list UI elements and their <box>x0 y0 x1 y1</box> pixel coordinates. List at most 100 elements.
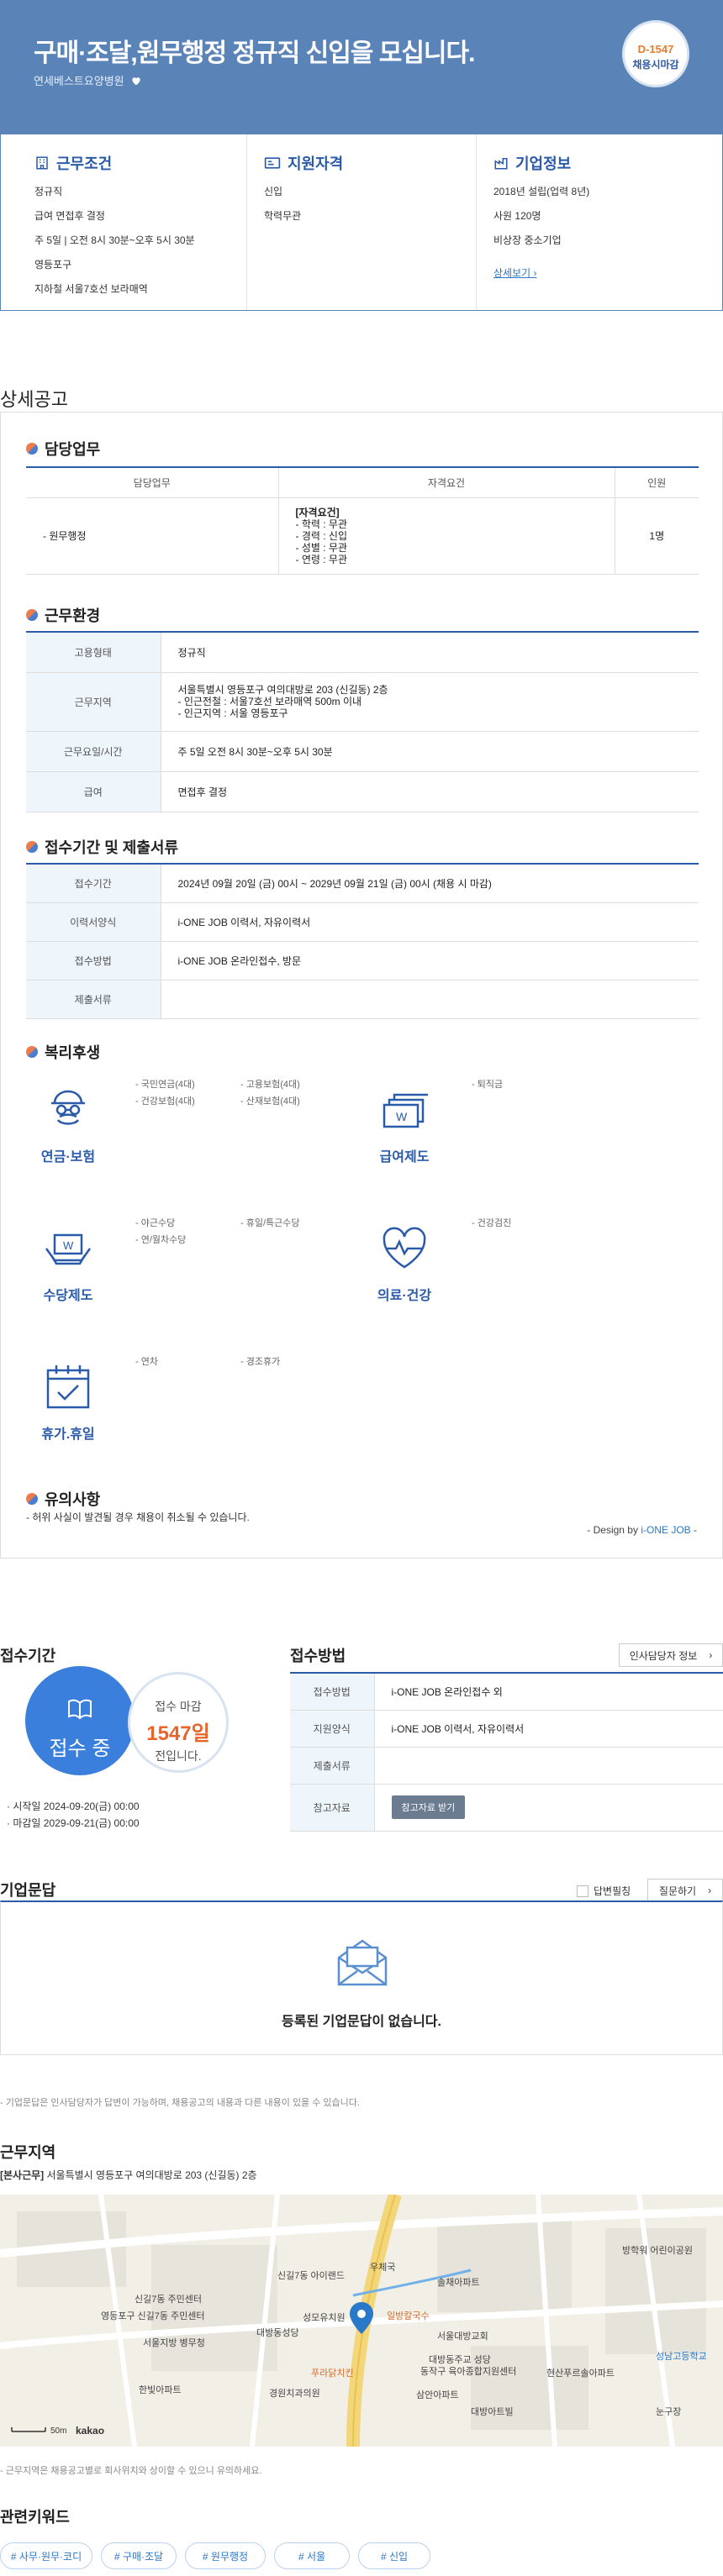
detail-heading: 상세공고 <box>0 389 68 410</box>
welfare-item: - 휴일/특근수당 <box>240 1218 300 1228</box>
welfare-item: - 건강보험(4대) <box>135 1096 195 1107</box>
welfare-item: - 경조휴가 <box>240 1357 281 1367</box>
location-note: - 근무지역은 채용공고별로 회사위치와 상이할 수 있으니 유의하세요. <box>0 2466 262 2476</box>
qa-empty-box: 등록된 기업문답이 없습니다. <box>0 1900 723 2055</box>
keyword-chip[interactable]: # 신입 <box>358 2542 430 2569</box>
hr-info-button[interactable]: 인사담당자 정보 › <box>619 1643 723 1667</box>
design-credit: - Design by i-ONE JOB - <box>587 1524 697 1536</box>
bullet-ball-icon <box>26 1046 38 1058</box>
map-brand: kakao <box>76 2425 104 2437</box>
end-date: 마감일 2029-09-21(금) 00:00 <box>13 1817 140 1829</box>
map-label: 눈구장 <box>656 2406 681 2417</box>
summary-panel: 근무조건 정규직 급여 면접후 결정 주 5일 | 오전 8시 30분~오후 5… <box>0 134 723 311</box>
deadline-circle: 접수 마감 1547일 전입니다. <box>128 1672 229 1773</box>
status-circle: 접수 중 <box>25 1666 135 1775</box>
location-heading: 근무지역 <box>0 2144 56 2161</box>
checkbox-icon[interactable] <box>577 1885 588 1897</box>
welfare-group-allowance: W 수당제도 - 야근수당 - 휴일/특근수당 - 연/월차수당 <box>26 1215 346 1341</box>
reference-download-button[interactable]: 참고자료 받기 <box>391 1795 466 1819</box>
bullet-ball-icon <box>26 1493 38 1505</box>
qa-empty-text: 등록된 기업문답이 없습니다. <box>282 2015 441 2029</box>
welfare-item: - 연차 <box>135 1357 158 1367</box>
location-address-line: [본사근무] 서울특별시 영등포구 여의대방로 203 (신길동) 2층 <box>0 2168 257 2182</box>
welfare-item: - 야근수당 <box>135 1218 176 1228</box>
col-header: 담당업무 <box>26 467 278 498</box>
work-item: 급여 면접후 결정 <box>34 210 105 222</box>
apply-heading: 접수기간 및 제출서류 <box>26 836 178 858</box>
table-row: 지원양식 i-ONE JOB 이력서, 자유이력서 <box>290 1710 723 1748</box>
qualification-item: 신입 <box>264 186 283 197</box>
heart-icon[interactable] <box>130 75 142 87</box>
duty-count: 1명 <box>614 497 699 575</box>
answered-only-checkbox[interactable]: 답변필칭 <box>577 1884 631 1898</box>
keywords-heading: 관련키워드 <box>0 2509 70 2526</box>
work-item: 지하철 서울7호선 보라매역 <box>34 283 148 295</box>
table-row: 근무요일/시간 주 5일 오전 8시 30분~오후 5시 30분 <box>26 731 699 772</box>
qualification-item: 학력무관 <box>264 210 302 222</box>
company-detail-link[interactable]: 상세보기 › <box>493 256 537 290</box>
map-label: 영등포구 신길7동 주민센터 <box>101 2311 205 2321</box>
svg-text:W: W <box>396 1110 408 1123</box>
map-label: 대방동주교 성당 <box>429 2354 491 2365</box>
map-label: 현산푸르솔아파트 <box>546 2368 615 2379</box>
keyword-chip[interactable]: # 사무·원무·코디 <box>0 2542 92 2569</box>
location-tag: [본사근무] <box>0 2169 45 2181</box>
period-heading: 접수기간 <box>0 1648 56 1664</box>
keyword-chip[interactable]: # 서울 <box>274 2542 350 2569</box>
col-header: 인원 <box>614 467 699 498</box>
method-heading: 접수방법 <box>290 1648 346 1664</box>
company-name-line: 연세베스트요양병원 <box>34 72 142 88</box>
welfare-item: - 퇴직금 <box>472 1080 504 1090</box>
caution-heading: 유의사항 <box>26 1488 100 1510</box>
company-item: 2018년 설립(업력 8년) <box>493 186 590 197</box>
company-info-heading: 기업정보 <box>493 146 685 180</box>
welfare-item: - 건강검진 <box>472 1218 512 1228</box>
svg-text:W: W <box>63 1239 74 1252</box>
keyword-chip[interactable]: # 구매·조달 <box>101 2542 177 2569</box>
job-posting-page: 구매·조달,원무행정 정규직 신입을 모십니다. 연세베스트요양병원 D-154… <box>0 0 723 2569</box>
welfare-heading: 복리후생 <box>26 1041 100 1063</box>
work-condition-heading: 근무조건 <box>34 146 226 180</box>
company-info-column: 기업정보 2018년 설립(업력 8년) 사원 120명 비상장 중소기업 상세… <box>476 134 705 310</box>
map-label: 신길7동 주민센터 <box>135 2294 202 2305</box>
work-item: 영등포구 <box>34 259 72 271</box>
work-item: 주 5일 | 오전 8시 30분~오후 5시 30분 <box>34 234 195 246</box>
map-canvas[interactable]: 신길7동 아이랜드 영등포구 신길7동 주민센터 성모유치원 일방칼국수 서울대… <box>0 2195 723 2447</box>
qa-heading: 기업문답 <box>0 1882 56 1899</box>
table-row: - 원무행정 [자격요건] - 학력 : 무관 - 경력 : 신입 - 성별 :… <box>26 497 699 575</box>
duty-requirements: [자격요건] - 학력 : 무관 - 경력 : 신입 - 성별 : 무관 - 연… <box>277 497 615 575</box>
map-label: 서울지방 병무청 <box>143 2337 205 2348</box>
location-map[interactable]: 신길7동 아이랜드 영등포구 신길7동 주민센터 성모유치원 일방칼국수 서울대… <box>0 2195 723 2447</box>
company-name[interactable]: 연세베스트요양병원 <box>34 75 124 87</box>
table-row: 근무지역 서울특별시 영등포구 여의대방로 203 (신길동) 2층 - 인근전철… <box>26 672 699 732</box>
welfare-item: - 국민연금(4대) <box>135 1080 195 1090</box>
bullet-ball-icon <box>26 609 38 621</box>
chevron-right-icon: › <box>709 1649 713 1661</box>
welfare-group-pension: 연금·보험 - 국민연금(4대) - 고용보험(4대) - 건강보험(4대) -… <box>26 1076 346 1202</box>
bullet-ball-icon <box>26 443 38 455</box>
days-remaining: 1547일 <box>146 1722 210 1745</box>
design-link[interactable]: i-ONE JOB <box>641 1524 690 1536</box>
env-heading: 근무환경 <box>26 604 100 626</box>
duty-heading: 담당업무 <box>26 438 100 460</box>
job-title: 구매·조달,원무행정 정규직 신입을 모십니다. <box>34 39 475 67</box>
chevron-right-icon: › <box>708 1885 712 1896</box>
col-header: 자격요건 <box>277 467 615 498</box>
keyword-chip[interactable]: # 원무행정 <box>185 2542 266 2569</box>
map-scale: 50m <box>50 2426 66 2436</box>
welfare-group-vacation: 휴가.휴일 - 연차 - 경조휴가 <box>26 1354 346 1480</box>
ask-question-button[interactable]: 질문하기 › <box>647 1879 723 1902</box>
start-date: 시작일 2024-09-20(금) 00:00 <box>13 1801 140 1812</box>
map-label: 한빛아파트 <box>139 2384 182 2395</box>
chevron-right-icon: › <box>533 267 537 279</box>
dday-label: 채용시마감 <box>632 59 679 71</box>
env-table: 고용형태 정규직 근무지역 서울특별시 영등포구 여의대방로 203 (신길동) 2… <box>26 631 699 812</box>
table-row: 이력서양식 i-ONE JOB 이력서, 자유이력서 <box>26 902 699 942</box>
book-icon <box>68 1699 92 1720</box>
welfare-item: - 연/월차수당 <box>135 1235 187 1245</box>
map-label: 솔채아파트 <box>437 2277 480 2288</box>
duty-task: - 원무행정 <box>26 497 278 575</box>
map-label: 대방아트빌 <box>471 2406 514 2417</box>
money-hand-icon: W <box>45 1233 92 1265</box>
qualification-heading: 지원자격 <box>264 146 456 180</box>
